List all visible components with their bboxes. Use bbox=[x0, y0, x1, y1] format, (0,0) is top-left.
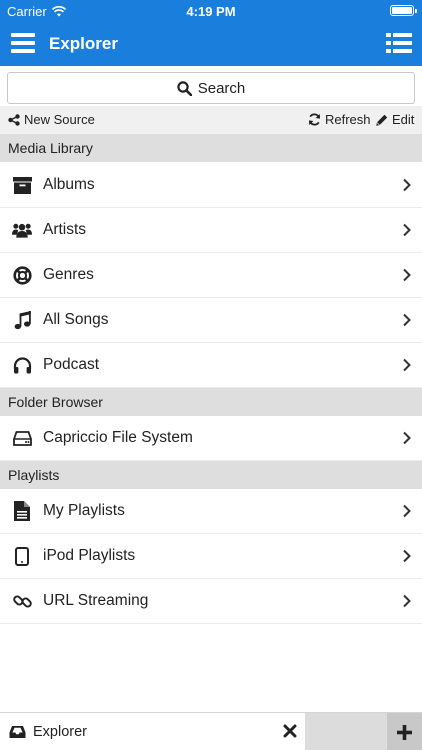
new-source-button[interactable]: New Source bbox=[8, 112, 95, 127]
archive-box-icon bbox=[12, 175, 32, 195]
refresh-button[interactable]: Refresh bbox=[308, 112, 371, 127]
list-item-label: Podcast bbox=[43, 356, 100, 373]
users-icon bbox=[12, 220, 32, 240]
list-item-label: Genres bbox=[43, 266, 94, 283]
chevron-right-icon bbox=[403, 504, 411, 518]
chevron-right-icon bbox=[403, 178, 411, 192]
link-icon bbox=[12, 591, 32, 611]
list-item-label: My Playlists bbox=[43, 502, 125, 519]
source-toolbar: New Source Refresh Edit bbox=[0, 106, 422, 134]
section-header-media-library: Media Library bbox=[0, 134, 422, 162]
chevron-right-icon bbox=[403, 268, 411, 282]
music-note-icon bbox=[12, 310, 32, 330]
tablet-icon bbox=[12, 546, 32, 566]
list-item-url-streaming[interactable]: URL Streaming bbox=[0, 579, 422, 624]
plus-icon bbox=[397, 724, 412, 740]
list-icon[interactable] bbox=[386, 32, 412, 54]
document-icon bbox=[12, 501, 32, 521]
list-item-capriccio-file-system[interactable]: Capriccio File System bbox=[0, 416, 422, 461]
list-item-my-playlists[interactable]: My Playlists bbox=[0, 489, 422, 534]
chevron-right-icon bbox=[403, 313, 411, 327]
chevron-right-icon bbox=[403, 223, 411, 237]
search-label: Search bbox=[197, 79, 246, 97]
list-item-genres[interactable]: Genres bbox=[0, 253, 422, 298]
refresh-icon bbox=[309, 113, 320, 126]
list-item-ipod-playlists[interactable]: iPod Playlists bbox=[0, 534, 422, 579]
share-icon bbox=[8, 113, 20, 126]
headphones-icon bbox=[12, 355, 32, 375]
chevron-right-icon bbox=[403, 431, 411, 445]
life-ring-icon bbox=[12, 265, 32, 285]
list-item-label: Artists bbox=[43, 221, 87, 238]
battery-icon bbox=[390, 5, 417, 16]
bottom-tab-bar: Explorer bbox=[0, 712, 422, 750]
tab-explorer[interactable]: Explorer bbox=[0, 713, 305, 750]
new-source-label: New Source bbox=[24, 112, 95, 127]
refresh-label: Refresh bbox=[325, 112, 371, 127]
search-area: Search bbox=[0, 66, 422, 110]
close-icon[interactable] bbox=[283, 724, 297, 738]
hard-drive-icon bbox=[12, 428, 32, 448]
list-item-label: Capriccio File System bbox=[43, 429, 193, 446]
edit-button[interactable]: Edit bbox=[376, 112, 414, 127]
section-header-playlists: Playlists bbox=[0, 461, 422, 489]
chevron-right-icon bbox=[403, 358, 411, 372]
edit-label: Edit bbox=[392, 112, 415, 127]
list-item-label: Albums bbox=[43, 176, 95, 193]
nav-bar: Explorer bbox=[0, 22, 422, 66]
search-button[interactable]: Search bbox=[7, 72, 415, 104]
add-tab-button[interactable] bbox=[387, 713, 422, 750]
status-bar: Carrier 4:19 PM bbox=[0, 0, 422, 22]
inbox-icon bbox=[9, 726, 26, 738]
hamburger-menu-icon[interactable] bbox=[11, 32, 35, 54]
list-item-podcast[interactable]: Podcast bbox=[0, 343, 422, 388]
list-item-label: iPod Playlists bbox=[43, 547, 136, 564]
list-item-label: All Songs bbox=[43, 311, 109, 328]
list-item-all-songs[interactable]: All Songs bbox=[0, 298, 422, 343]
chevron-right-icon bbox=[403, 549, 411, 563]
list-item-label: URL Streaming bbox=[43, 592, 149, 609]
search-icon bbox=[177, 80, 192, 96]
tab-explorer-label: Explorer bbox=[33, 724, 87, 740]
page-title: Explorer bbox=[49, 34, 118, 53]
chevron-right-icon bbox=[403, 594, 411, 608]
list-item-albums[interactable]: Albums bbox=[0, 163, 422, 208]
list-item-artists[interactable]: Artists bbox=[0, 208, 422, 253]
status-time: 4:19 PM bbox=[186, 4, 236, 19]
pencil-icon bbox=[376, 114, 388, 126]
tab-empty-slot bbox=[305, 713, 387, 750]
top-bar: Carrier 4:19 PM Explorer bbox=[0, 0, 422, 66]
section-header-folder-browser: Folder Browser bbox=[0, 388, 422, 416]
